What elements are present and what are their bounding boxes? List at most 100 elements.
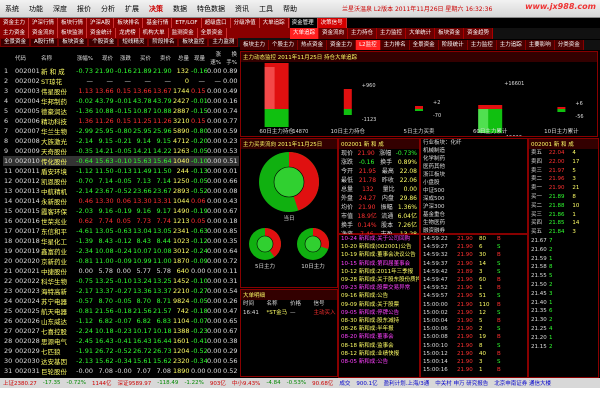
panel-subtab[interactable]: 主力排名 (380, 40, 410, 50)
table-row[interactable]: 7 002007 华兰生物 -2.99 25.95 -0.80 25.95 25.96 5890… (3, 126, 239, 136)
industry-item[interactable]: 生物医药 (421, 219, 527, 227)
panel-subtab[interactable]: 主力追踪 (496, 40, 526, 50)
panel-tab[interactable]: 大单统计 (406, 28, 436, 39)
toolbar-button[interactable]: 板块监测 (58, 28, 88, 38)
table-row[interactable]: 8 002008 大族激光 -2.14 9.15 -0.21 9.14 9.15 4712 -0.… (3, 136, 239, 146)
toolbar-button[interactable]: ETF/LOF (172, 18, 202, 28)
toolbar-button[interactable]: 基金行情 (143, 18, 173, 28)
industry-item[interactable]: 机械制造 (421, 147, 527, 155)
industry-item[interactable]: 中证500 (421, 187, 527, 195)
toolbar-button[interactable]: 资金统计 (87, 28, 117, 38)
industry-item[interactable]: 行业板块：化纤 (421, 139, 527, 147)
news-item[interactable]: 10-12 新和成:2011年三季报 (339, 268, 419, 276)
news-item[interactable]: 08-05 新和成:公告 (339, 358, 419, 366)
industry-item[interactable]: 医药其他 (421, 163, 527, 171)
table-row[interactable]: 21 002021 中捷股份 0.00 5.78 0.00 5.77 5.78 640 0.00 0… (3, 266, 239, 276)
toolbar-button[interactable]: 资金主力 (0, 18, 30, 28)
industry-item[interactable]: 化学制药 (421, 155, 527, 163)
table-row[interactable]: 22 002022 科华生物 -0.75 13.25 -0.10 13.24 13.25 145… (3, 276, 239, 286)
news-item[interactable]: 08-20 新和成:董事会 (339, 333, 419, 341)
menu-item[interactable]: 功能 (24, 4, 48, 14)
news-item[interactable]: 08-30 新和成:股东减持 (339, 317, 419, 325)
menu-item[interactable]: 特色数据 (192, 4, 230, 14)
table-row[interactable]: 28 002028 思源电气 -2.45 16.43 -0.41 16.43 16.44 160… (3, 336, 239, 346)
toolbar-button[interactable]: 资金流向 (29, 28, 59, 38)
news-item[interactable]: 08-18 新和成:监事会 (339, 342, 419, 350)
news-item[interactable]: 09-28 新和成:关于股东股份质押 (339, 276, 419, 284)
toolbar-button[interactable]: 主力监测 (208, 38, 239, 47)
industry-item[interactable]: 深成500 (421, 195, 527, 203)
table-row[interactable]: 5 002005 德豪润达 -1.36 10.88 -0.15 10.87 10.88 2887… (3, 106, 239, 116)
toolbar-button[interactable]: 沪深A股 (87, 18, 115, 28)
column-header[interactable]: 换手% (223, 50, 239, 66)
column-header[interactable]: 涨幅% (75, 50, 95, 66)
column-header[interactable]: 代码 (15, 50, 41, 66)
panel-tab[interactable]: 资金流向 (319, 28, 349, 39)
table-row[interactable]: 20 002020 京新药业 -0.81 11.00 -0.09 10.99 11.00 187… (3, 256, 239, 266)
menu-item[interactable]: 资讯 (230, 4, 254, 14)
column-header[interactable]: 总量 (173, 50, 191, 66)
toolbar-button[interactable]: 沪深行情 (29, 18, 59, 28)
table-row[interactable]: 6 002006 精功科技 1.36 11.26 0.15 11.25 11.26 3210 0.… (3, 116, 239, 126)
panel-tab[interactable]: 主力持仓 (348, 28, 378, 39)
panel-subtab[interactable]: 资金主力 (327, 40, 357, 50)
table-row[interactable]: 15 002015 霞客环保 -2.03 9.16 -0.19 9.16 9.17 1490 -0… (3, 206, 239, 216)
table-row[interactable]: 30 002030 达安基因 -2.13 15.62 -0.34 15.61 15.62 232… (3, 356, 239, 366)
toolbar-button[interactable]: 监测资金 (169, 28, 198, 38)
table-row[interactable]: 3 002003 伟星股份 1.13 13.66 0.15 13.66 13.67 1744 0.… (3, 86, 239, 96)
news-item[interactable]: 08-12 新和成:业绩快报 (339, 350, 419, 358)
toolbar-button[interactable]: 资金管理 (289, 18, 318, 28)
menu-item[interactable]: 系统 (0, 4, 24, 14)
column-header[interactable]: 名称 (41, 50, 75, 66)
industry-item[interactable]: 浙江板块 (421, 171, 527, 179)
column-header[interactable]: 现量 (191, 50, 207, 66)
table-row[interactable]: 16 002016 世荣兆业 0.62 7.74 0.05 7.73 7.74 1213 0.05… (3, 216, 239, 226)
toolbar-button[interactable]: 主力资金 (0, 28, 30, 38)
panel-tab[interactable]: 主力监控 (377, 28, 407, 39)
panel-tab[interactable]: 大单追踪 (290, 28, 320, 39)
menu-item[interactable]: 分析 (96, 4, 120, 14)
industry-item[interactable]: 小盘股 (421, 179, 527, 187)
toolbar-button[interactable]: 龙虎榜 (116, 28, 140, 38)
table-row[interactable]: 17 002017 东信和平 -4.61 13.05 -0.63 13.04 13.05 234… (3, 226, 239, 236)
table-row[interactable]: 12 002012 凯恩股份 -0.70 7.14 -0.05 7.13 7.14 1250 -0… (3, 176, 239, 186)
panel-subtab[interactable]: 全景资金 (409, 40, 439, 50)
news-item[interactable]: 09-16 新和成:公告 (339, 292, 419, 300)
toolbar-button[interactable]: 机构大单 (140, 28, 169, 38)
news-item[interactable]: 09-23 新和成:股票交易异常 (339, 284, 419, 292)
table-row[interactable]: 10 002010 传化股份 -0.64 15.63 -0.10 15.63 15.64 104… (3, 156, 239, 166)
menu-item[interactable]: 报价 (72, 4, 96, 14)
panel-tab[interactable]: 资金趋势 (464, 28, 494, 39)
panel-subtab[interactable]: 阶段统计 (438, 40, 468, 50)
toolbar-button[interactable]: 板块资金 (58, 38, 89, 47)
panel-subtab[interactable]: 主力监控 (467, 40, 497, 50)
toolbar-button[interactable]: 全景资金 (198, 28, 227, 38)
deal-row[interactable]: 16:41 *ST金马 — 主动买入 (241, 309, 337, 318)
menu-item[interactable]: 工具 (254, 4, 278, 14)
news-item[interactable]: 10-24 新和成:关于公司回购 (339, 235, 419, 243)
table-row[interactable]: 14 002014 永新股份 0.46 13.30 0.06 13.30 13.31 1044 0… (3, 196, 239, 206)
panel-tab[interactable]: 板块资金 (435, 28, 465, 39)
column-header[interactable]: 涨跌 (115, 50, 133, 66)
menu-item[interactable]: 帮助 (278, 4, 302, 14)
table-row[interactable]: 19 002019 鑫富药业 -2.34 10.08 -0.24 10.07 10.08 301… (3, 246, 239, 256)
menu-item[interactable]: 决策 (144, 4, 168, 14)
table-row[interactable]: 29 002029 七匹狼 -1.91 26.72 -0.52 26.72 26.73 1204… (3, 346, 239, 356)
panel-subtab[interactable]: 主要影响 (525, 40, 555, 50)
toolbar-button[interactable]: 全景资金 (0, 38, 31, 47)
toolbar-button[interactable]: 阶段排名 (148, 38, 179, 47)
toolbar-button[interactable]: 短线精灵 (118, 38, 149, 47)
toolbar-button[interactable]: 分级净值 (231, 18, 260, 28)
table-row[interactable]: 2 002002 ST琼花 — — — — —0— —0.00 (3, 76, 239, 86)
table-row[interactable]: 27 002027 七喜控股 -2.24 10.18 -0.23 10.17 10.18 138… (3, 326, 239, 336)
table-row[interactable]: 26 002026 山东威达 -1.12 6.82 -0.07 6.82 6.83 1104 -0… (3, 316, 239, 326)
news-item[interactable]: 10-15 新和成:第四届董事会 (339, 260, 419, 268)
table-row[interactable]: 11 002011 盾安环境 -1.12 11.50 -0.13 11.49 11.50 244… (3, 166, 239, 176)
news-item[interactable]: 09-05 新和成:停牌公告 (339, 309, 419, 317)
table-row[interactable]: 23 002023 海特高新 -2.17 13.37 -0.27 13.36 13.37 221… (3, 286, 239, 296)
table-row[interactable]: 1 002001 新 和 成 -0.73 21.90 -0.16 21.89 21.90 132… (3, 66, 239, 76)
column-header[interactable]: 买价 (133, 50, 153, 66)
column-header[interactable]: 涨速% (207, 50, 223, 66)
menu-item[interactable]: 扩展 (120, 4, 144, 14)
panel-subtab[interactable]: 分类资金 (554, 40, 584, 50)
